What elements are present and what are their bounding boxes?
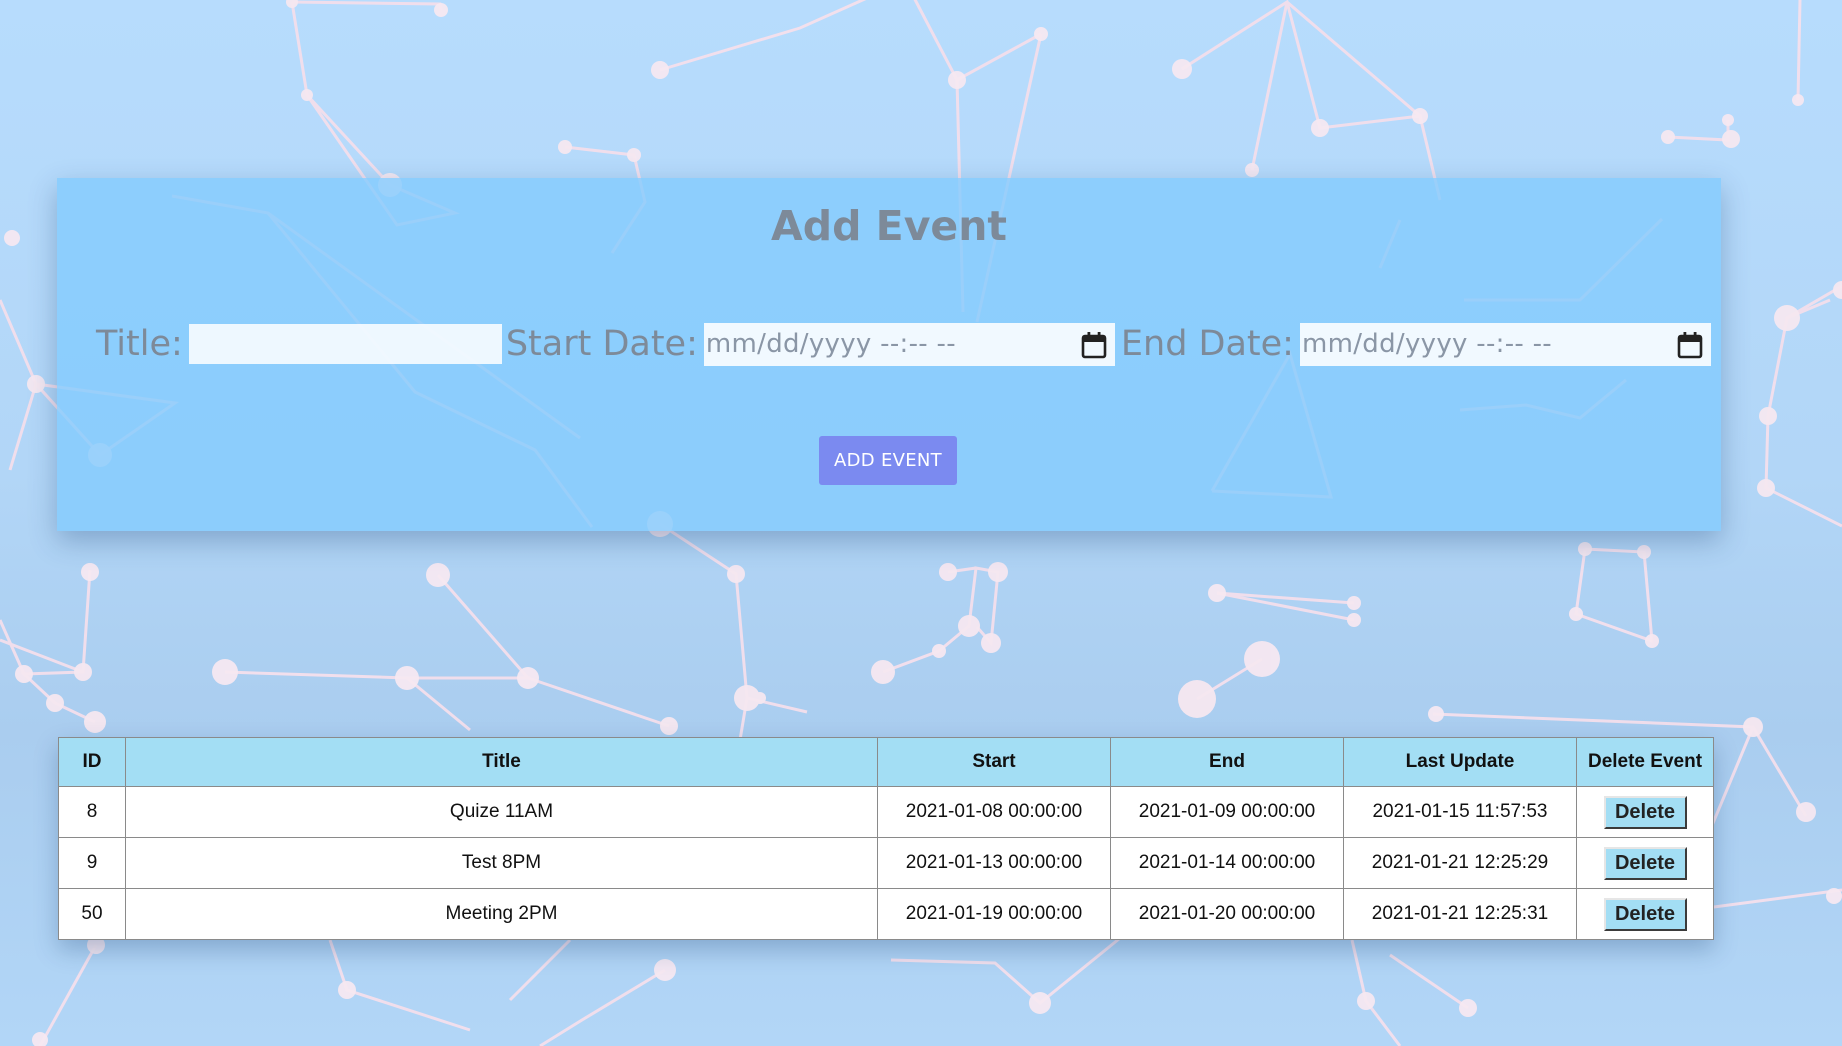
cell-title: Test 8PM <box>125 837 878 889</box>
cell-start: 2021-01-19 00:00:00 <box>877 888 1111 940</box>
cell-id: 50 <box>58 888 126 940</box>
start-date-placeholder: mm/dd/yyyy --:-- -- <box>705 329 956 359</box>
cell-start: 2021-01-08 00:00:00 <box>877 786 1111 838</box>
add-event-panel: Add Event Title: Start Date: mm/dd/yyyy … <box>57 178 1721 531</box>
events-table-container: ID Title Start End Last Update Delete Ev… <box>58 737 1714 940</box>
delete-button[interactable]: Delete <box>1603 897 1687 931</box>
header-start: Start <box>877 737 1111 787</box>
calendar-icon[interactable] <box>1677 331 1703 359</box>
table-row: 50 Meeting 2PM 2021-01-19 00:00:00 2021-… <box>58 888 1714 940</box>
add-event-button[interactable]: ADD EVENT <box>819 436 957 485</box>
cell-end: 2021-01-20 00:00:00 <box>1110 888 1344 940</box>
cell-delete: Delete <box>1576 888 1714 940</box>
header-id: ID <box>58 737 126 787</box>
start-date-label: Start Date: <box>505 324 698 364</box>
table-header-row: ID Title Start End Last Update Delete Ev… <box>58 737 1714 787</box>
page-title: Add Event <box>770 202 1008 250</box>
end-date-placeholder: mm/dd/yyyy --:-- -- <box>1301 329 1552 359</box>
cell-title: Quize 11AM <box>125 786 878 838</box>
cell-title: Meeting 2PM <box>125 888 878 940</box>
cell-last-update: 2021-01-15 11:57:53 <box>1343 786 1577 838</box>
cell-delete: Delete <box>1576 786 1714 838</box>
header-last-update: Last Update <box>1343 737 1577 787</box>
delete-button[interactable]: Delete <box>1603 846 1687 880</box>
cell-end: 2021-01-14 00:00:00 <box>1110 837 1344 889</box>
table-row: 9 Test 8PM 2021-01-13 00:00:00 2021-01-1… <box>58 837 1714 889</box>
cell-start: 2021-01-13 00:00:00 <box>877 837 1111 889</box>
cell-id: 8 <box>58 786 126 838</box>
title-input[interactable] <box>188 324 502 364</box>
header-end: End <box>1110 737 1344 787</box>
table-row: 8 Quize 11AM 2021-01-08 00:00:00 2021-01… <box>58 786 1714 838</box>
cell-last-update: 2021-01-21 12:25:29 <box>1343 837 1577 889</box>
events-table: ID Title Start End Last Update Delete Ev… <box>58 737 1714 940</box>
cell-delete: Delete <box>1576 837 1714 889</box>
event-form-row: Title: Start Date: mm/dd/yyyy --:-- -- E… <box>96 321 1717 367</box>
title-label: Title: <box>96 324 183 364</box>
cell-end: 2021-01-09 00:00:00 <box>1110 786 1344 838</box>
cell-last-update: 2021-01-21 12:25:31 <box>1343 888 1577 940</box>
end-date-label: End Date: <box>1120 324 1294 364</box>
calendar-icon[interactable] <box>1081 331 1107 359</box>
cell-id: 9 <box>58 837 126 889</box>
end-date-input[interactable]: mm/dd/yyyy --:-- -- <box>1299 322 1711 366</box>
start-date-input[interactable]: mm/dd/yyyy --:-- -- <box>703 322 1115 366</box>
header-title: Title <box>125 737 878 787</box>
delete-button[interactable]: Delete <box>1603 795 1687 829</box>
header-delete-event: Delete Event <box>1576 737 1714 787</box>
